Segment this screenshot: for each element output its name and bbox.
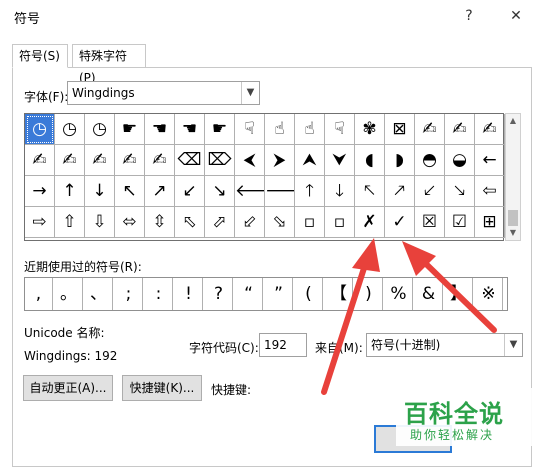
annotation-arrow-left bbox=[321, 238, 380, 395]
watermark-subtitle: 助你轻松解决 bbox=[410, 428, 495, 442]
tab-symbols[interactable]: 符号(S) bbox=[12, 44, 68, 68]
annotation-arrow-right bbox=[402, 241, 497, 333]
watermark-title: 百科全说 bbox=[404, 400, 504, 428]
